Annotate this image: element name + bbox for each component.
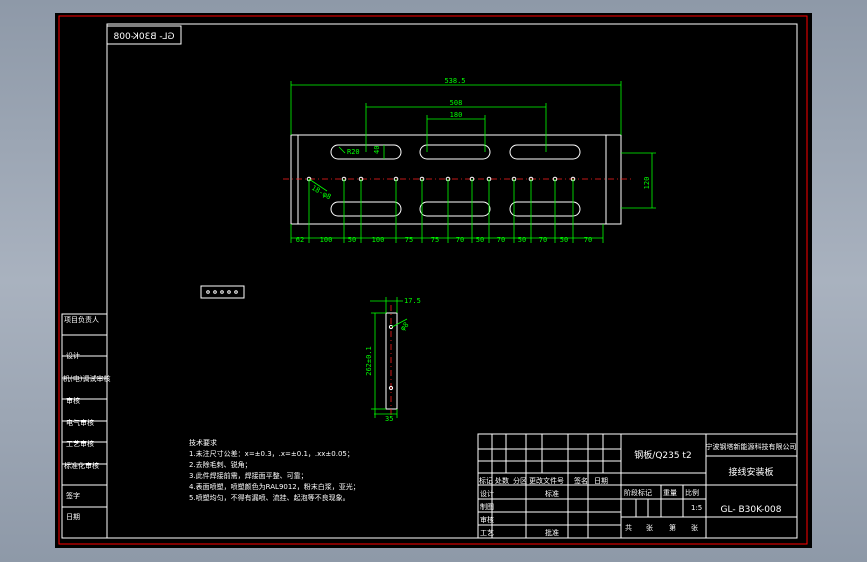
svg-text:17.5: 17.5 [404, 297, 421, 305]
cad-drawing-canvas[interactable]: GL- B30K-008 538.5 508 180 R20 40 18-φ8 … [55, 13, 812, 548]
dim-hole-spec: 18-φ8 [308, 178, 332, 201]
svg-text:35: 35 [385, 415, 393, 423]
svg-text:电气审核: 电气审核 [66, 418, 94, 427]
svg-text:120: 120 [643, 177, 651, 190]
svg-text:张: 张 [691, 523, 698, 532]
svg-text:分区: 分区 [513, 476, 527, 485]
main-plate-view: 538.5 508 180 R20 40 18-φ8 120 62 100 50… [283, 77, 656, 244]
left-approval-strip: 项目负责人 设计 机(电)调试审核 审核 电气审核 工艺审核 标准化审核 签字 … [61, 313, 110, 539]
svg-text:100: 100 [372, 236, 385, 244]
dim-slot-radius: R20 40 [338, 145, 385, 159]
svg-text:比例: 比例 [685, 488, 699, 497]
svg-text:共: 共 [625, 523, 632, 532]
svg-text:50: 50 [476, 236, 484, 244]
svg-text:100: 100 [320, 236, 333, 244]
svg-text:70: 70 [456, 236, 464, 244]
svg-text:50: 50 [560, 236, 568, 244]
svg-text:标准化审核: 标准化审核 [64, 461, 99, 470]
svg-text:更改文件号: 更改文件号 [529, 476, 564, 485]
slot [509, 144, 581, 160]
svg-text:1.未注尺寸公差：x=±0.3，.x=±0.1，.xx±0.: 1.未注尺寸公差：x=±0.3，.x=±0.1，.xx±0.05； [189, 449, 354, 458]
svg-text:签名: 签名 [574, 476, 588, 485]
svg-text:508: 508 [450, 99, 463, 107]
svg-text:75: 75 [405, 236, 413, 244]
svg-text:40: 40 [373, 146, 381, 154]
dim-hole-spacing-inner: 180 [426, 111, 486, 152]
side-outline [385, 312, 398, 410]
svg-text:设计: 设计 [480, 489, 494, 498]
svg-text:1:5: 1:5 [691, 504, 702, 512]
svg-text:工艺审核: 工艺审核 [66, 439, 94, 448]
svg-text:日期: 日期 [594, 477, 608, 485]
svg-text:重量: 重量 [663, 489, 677, 497]
svg-text:262±0.1: 262±0.1 [365, 346, 373, 376]
svg-text:标准: 标准 [545, 489, 559, 498]
svg-text:第: 第 [669, 523, 676, 532]
outer-frame [58, 15, 808, 545]
svg-text:张: 张 [646, 523, 653, 532]
svg-text:70: 70 [539, 236, 547, 244]
cad-drawing: GL- B30K-008 538.5 508 180 R20 40 18-φ8 … [58, 15, 808, 545]
tech-title: 技术要求 [189, 438, 217, 447]
svg-text:180: 180 [450, 111, 463, 119]
slot [509, 201, 581, 217]
svg-text:标记: 标记 [479, 476, 493, 485]
svg-text:538.5: 538.5 [444, 77, 465, 85]
svg-text:50: 50 [518, 236, 526, 244]
svg-text:5.喷塑均匀，不得有漏喷、流挂、起泡等不良现象。: 5.喷塑均匀，不得有漏喷、流挂、起泡等不良现象。 [189, 493, 350, 502]
svg-text:审核: 审核 [480, 515, 494, 524]
svg-text:18-φ8: 18-φ8 [310, 184, 332, 201]
part-name: 接线安装板 [728, 466, 773, 478]
dim-hole-spacing-outer: 508 [365, 99, 547, 152]
material: 钢板/Q235 t2 [634, 449, 691, 461]
svg-text:日期: 日期 [66, 513, 80, 521]
slot [419, 144, 491, 160]
svg-text:70: 70 [497, 236, 505, 244]
svg-text:70: 70 [584, 236, 592, 244]
svg-text:50: 50 [348, 236, 356, 244]
svg-text:项目负责人: 项目负责人 [64, 315, 99, 324]
svg-text:签字: 签字 [66, 491, 80, 500]
svg-text:阶段标记: 阶段标记 [624, 488, 652, 497]
dim-bottom-chain: 62 100 50 100 75 75 70 50 70 50 70 50 70 [290, 179, 604, 244]
svg-text:处数: 处数 [495, 476, 509, 485]
side-view: 17.5 φ8 262±0.1 35 [365, 297, 421, 423]
slot [419, 201, 491, 217]
drawing-number: GL- B30K-008 [721, 505, 782, 515]
svg-text:机(电)调试审核: 机(电)调试审核 [63, 374, 110, 383]
mirrored-code-box: GL- B30K-008 [106, 25, 182, 45]
dim-plate-height: 120 [621, 152, 656, 209]
title-block: 标记 处数 分区 更改文件号 签名 日期 设计 制图 审核 工艺 标准 批准 钢… [477, 433, 798, 539]
svg-text:R20: R20 [347, 148, 360, 156]
svg-text:设计: 设计 [66, 351, 80, 360]
tech-requirements: 技术要求 1.未注尺寸公差：x=±0.3，.x=±0.1，.xx±0.05； 2… [189, 438, 360, 502]
svg-text:工艺: 工艺 [480, 529, 494, 537]
slot [330, 201, 402, 217]
company-name: 宁波钢塔新能源科技有限公司 [706, 442, 797, 451]
svg-text:制图: 制图 [480, 502, 494, 511]
svg-text:批准: 批准 [545, 528, 559, 537]
svg-text:2.去除毛刺、锐角；: 2.去除毛刺、锐角； [189, 460, 252, 469]
svg-text:审核: 审核 [66, 396, 80, 405]
mirrored-code: GL- B30K-008 [113, 32, 174, 42]
svg-text:4.表面喷塑，喷塑颜色为RAL9012，粉末白浆，亚光；: 4.表面喷塑，喷塑颜色为RAL9012，粉末白浆，亚光； [189, 482, 360, 491]
svg-text:75: 75 [431, 236, 439, 244]
svg-text:62: 62 [296, 236, 304, 244]
thumbnail-view [200, 285, 245, 299]
svg-text:3.此件焊接前需，焊接面平整、可靠；: 3.此件焊接前需，焊接面平整、可靠； [189, 471, 308, 480]
